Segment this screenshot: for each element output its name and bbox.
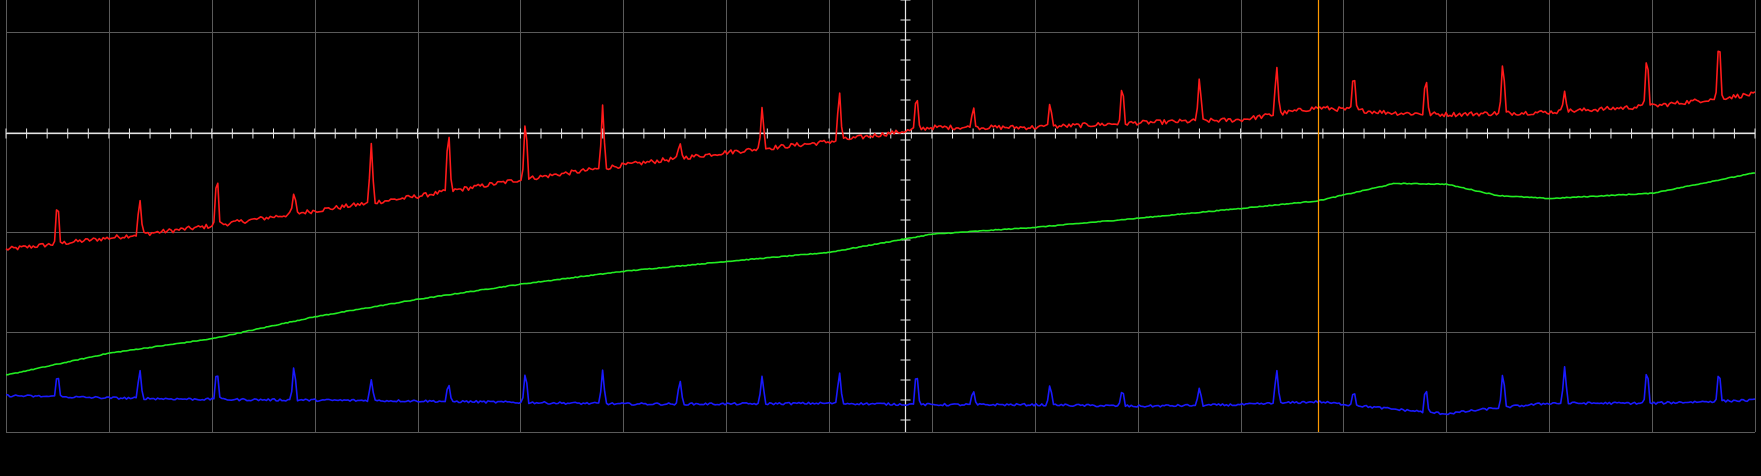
oscilloscope-display bbox=[0, 0, 1761, 476]
plot-background bbox=[0, 0, 1761, 476]
scope-plot bbox=[0, 0, 1761, 476]
